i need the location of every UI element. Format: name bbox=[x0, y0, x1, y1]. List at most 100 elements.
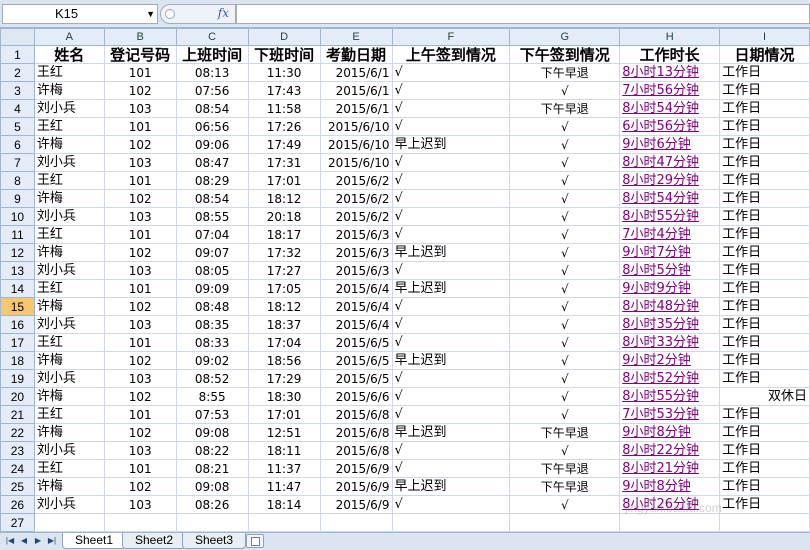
cell-clock-in[interactable]: 06:56 bbox=[175, 117, 249, 136]
cell-day-type[interactable]: 工作日 bbox=[719, 459, 810, 478]
cell-clock-in[interactable]: 07:04 bbox=[175, 225, 249, 244]
row-header[interactable]: 22 bbox=[0, 423, 35, 442]
cell-clock-in[interactable]: 08:54 bbox=[175, 189, 249, 208]
cell-date[interactable]: 2015/6/5 bbox=[319, 333, 393, 352]
row-header[interactable]: 4 bbox=[0, 99, 35, 118]
cell-id[interactable]: 102 bbox=[103, 189, 177, 208]
cell-pm-status[interactable]: 下午早退 bbox=[509, 423, 621, 442]
cell-date[interactable]: 2015/6/3 bbox=[319, 243, 393, 262]
header-cell-pm-status[interactable]: 下午签到情况 bbox=[509, 45, 621, 64]
cell-date[interactable]: 2015/6/2 bbox=[319, 189, 393, 208]
cell-duration[interactable]: 8小时54分钟 bbox=[619, 189, 721, 208]
cell-id[interactable]: 101 bbox=[103, 63, 177, 82]
cell-am-status[interactable]: √ bbox=[391, 441, 511, 460]
cell-clock-out[interactable]: 18:12 bbox=[247, 189, 321, 208]
cell-name[interactable]: 王红 bbox=[33, 405, 105, 424]
row-header[interactable]: 14 bbox=[0, 279, 35, 298]
cell-id[interactable]: 101 bbox=[103, 333, 177, 352]
cell-date[interactable]: 2015/6/9 bbox=[319, 495, 393, 514]
cell-day-type[interactable]: 工作日 bbox=[719, 225, 810, 244]
cell-clock-in[interactable]: 08:26 bbox=[175, 495, 249, 514]
cell-id[interactable]: 101 bbox=[103, 459, 177, 478]
cell-clock-out[interactable]: 18:14 bbox=[247, 495, 321, 514]
cell-clock-out[interactable]: 18:11 bbox=[247, 441, 321, 460]
cell-clock-in[interactable]: 07:53 bbox=[175, 405, 249, 424]
cell-clock-in[interactable]: 08:22 bbox=[175, 441, 249, 460]
cell-name[interactable]: 刘小兵 bbox=[33, 441, 105, 460]
column-header-b[interactable]: B bbox=[103, 28, 177, 46]
cell-date[interactable]: 2015/6/6 bbox=[319, 387, 393, 406]
row-header[interactable]: 3 bbox=[0, 81, 35, 100]
cell-clock-out[interactable]: 17:27 bbox=[247, 261, 321, 280]
column-header-d[interactable]: D bbox=[247, 28, 321, 46]
cell-id[interactable]: 101 bbox=[103, 405, 177, 424]
cell-duration[interactable]: 7小时53分钟 bbox=[619, 405, 721, 424]
cell-day-type[interactable]: 工作日 bbox=[719, 117, 810, 136]
cell-name[interactable] bbox=[33, 513, 105, 532]
row-header[interactable]: 16 bbox=[0, 315, 35, 334]
cell-day-type[interactable]: 工作日 bbox=[719, 297, 810, 316]
resize-grip-icon[interactable] bbox=[165, 9, 175, 19]
cell-id[interactable]: 103 bbox=[103, 315, 177, 334]
cell-clock-out[interactable]: 17:29 bbox=[247, 369, 321, 388]
next-sheet-icon[interactable]: ▶ bbox=[32, 535, 44, 547]
cell-date[interactable]: 2015/6/10 bbox=[319, 153, 393, 172]
cell-id[interactable]: 102 bbox=[103, 81, 177, 100]
cell-clock-out[interactable]: 18:12 bbox=[247, 297, 321, 316]
header-cell-id[interactable]: 登记号码 bbox=[103, 45, 177, 64]
cell-am-status[interactable]: √ bbox=[391, 99, 511, 118]
cell-clock-out[interactable]: 11:37 bbox=[247, 459, 321, 478]
cell-id[interactable]: 102 bbox=[103, 243, 177, 262]
cell-am-status[interactable]: √ bbox=[391, 117, 511, 136]
cell-date[interactable]: 2015/6/1 bbox=[319, 81, 393, 100]
cell-clock-in[interactable]: 08:33 bbox=[175, 333, 249, 352]
cell-name[interactable]: 王红 bbox=[33, 333, 105, 352]
cell-date[interactable]: 2015/6/4 bbox=[319, 279, 393, 298]
tab-sheet3[interactable]: Sheet3 bbox=[182, 533, 247, 549]
cell-clock-in[interactable]: 08:54 bbox=[175, 99, 249, 118]
cell-clock-in[interactable]: 08:48 bbox=[175, 297, 249, 316]
cell-day-type[interactable]: 工作日 bbox=[719, 279, 810, 298]
cell-duration[interactable]: 8小时21分钟 bbox=[619, 459, 721, 478]
cell-day-type[interactable]: 工作日 bbox=[719, 99, 810, 118]
cell-day-type[interactable]: 工作日 bbox=[719, 369, 810, 388]
row-header[interactable]: 15 bbox=[0, 297, 35, 316]
cell-clock-in[interactable]: 08:55 bbox=[175, 207, 249, 226]
cell-date[interactable]: 2015/6/9 bbox=[319, 477, 393, 496]
cell-id[interactable]: 102 bbox=[103, 351, 177, 370]
cell-clock-in[interactable]: 09:06 bbox=[175, 135, 249, 154]
column-header-h[interactable]: H bbox=[619, 28, 721, 46]
cell-pm-status[interactable]: 下午早退 bbox=[509, 477, 621, 496]
cell-day-type[interactable]: 工作日 bbox=[719, 135, 810, 154]
cell-day-type[interactable] bbox=[719, 513, 810, 532]
cell-clock-in[interactable]: 08:47 bbox=[175, 153, 249, 172]
cell-am-status[interactable]: √ bbox=[391, 81, 511, 100]
cell-pm-status[interactable]: √ bbox=[509, 171, 621, 190]
cell-name[interactable]: 王红 bbox=[33, 225, 105, 244]
row-header[interactable]: 27 bbox=[0, 513, 35, 532]
cell-duration[interactable]: 9小时2分钟 bbox=[619, 351, 721, 370]
cell-clock-in[interactable]: 09:08 bbox=[175, 477, 249, 496]
cell-clock-out[interactable]: 17:01 bbox=[247, 171, 321, 190]
cell-name[interactable]: 王红 bbox=[33, 459, 105, 478]
cell-clock-in[interactable]: 08:35 bbox=[175, 315, 249, 334]
cell-pm-status[interactable]: √ bbox=[509, 279, 621, 298]
cell-pm-status[interactable]: √ bbox=[509, 441, 621, 460]
row-header[interactable]: 21 bbox=[0, 405, 35, 424]
header-cell-clock-in[interactable]: 上班时间 bbox=[175, 45, 249, 64]
column-header-e[interactable]: E bbox=[319, 28, 393, 46]
cell-clock-out[interactable]: 11:58 bbox=[247, 99, 321, 118]
row-header[interactable]: 12 bbox=[0, 243, 35, 262]
cell-date[interactable] bbox=[319, 513, 393, 532]
cell-duration[interactable]: 8小时48分钟 bbox=[619, 297, 721, 316]
column-header-i[interactable]: I bbox=[719, 28, 810, 46]
cell-am-status[interactable]: √ bbox=[391, 387, 511, 406]
cell-duration[interactable]: 8小时22分钟 bbox=[619, 441, 721, 460]
cell-date[interactable]: 2015/6/8 bbox=[319, 441, 393, 460]
prev-sheet-icon[interactable]: ◀ bbox=[18, 535, 30, 547]
row-header[interactable]: 1 bbox=[0, 45, 35, 64]
cell-name[interactable]: 王红 bbox=[33, 117, 105, 136]
cell-pm-status[interactable]: √ bbox=[509, 135, 621, 154]
cell-name[interactable]: 许梅 bbox=[33, 243, 105, 262]
cell-date[interactable]: 2015/6/2 bbox=[319, 171, 393, 190]
